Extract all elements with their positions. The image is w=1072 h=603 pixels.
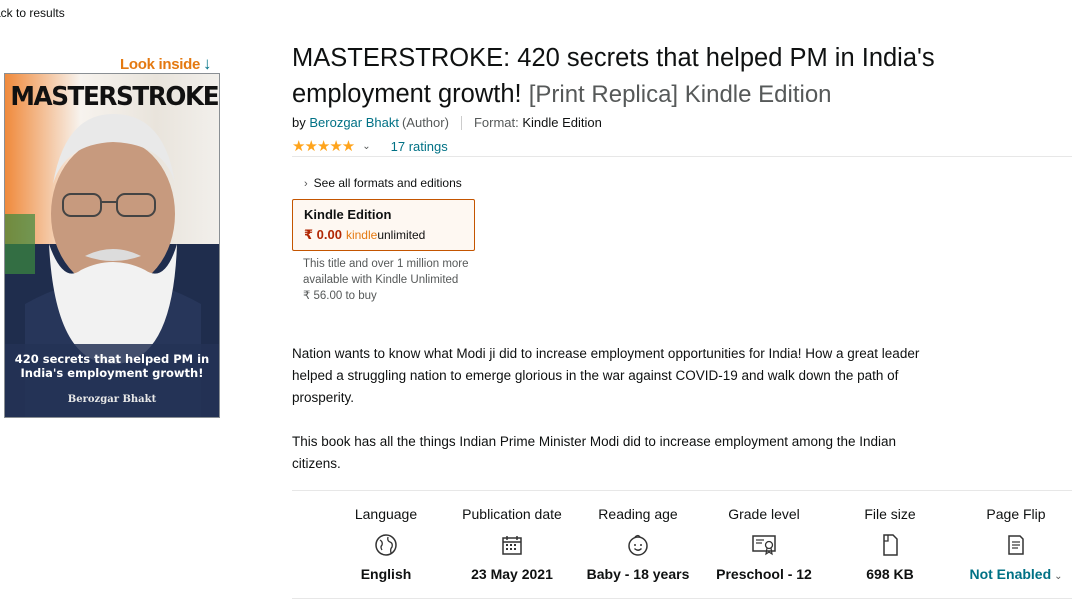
down-arrow-icon: ↓ xyxy=(203,54,212,73)
detail-page-flip[interactable]: Page Flip Not Enabled ⌄ xyxy=(953,506,1072,582)
divider xyxy=(292,490,1072,491)
see-all-formats-link[interactable]: › See all formats and editions xyxy=(304,176,462,190)
certificate-icon xyxy=(701,526,827,564)
ku-brand-kindle: kindle xyxy=(345,228,378,242)
by-prefix: by xyxy=(292,115,306,130)
product-title: MASTERSTROKE: 420 secrets that helped PM… xyxy=(292,40,1052,113)
ratings-count-link[interactable]: 17 ratings xyxy=(391,139,448,154)
author-role: (Author) xyxy=(401,115,449,130)
detail-reading-age: Reading age Baby - 18 years xyxy=(575,506,701,582)
rating-row: ★★★★★ ⌄ 17 ratings xyxy=(292,137,448,155)
divider xyxy=(292,156,1072,157)
description-paragraph-1: Nation wants to know what Modi ji did to… xyxy=(292,346,920,405)
format-value: Kindle Edition xyxy=(522,115,602,130)
detail-value: Baby - 18 years xyxy=(586,566,690,582)
detail-label: Publication date xyxy=(462,506,562,522)
back-to-results-link[interactable]: ack to results xyxy=(0,6,65,20)
product-edition: [Print Replica] Kindle Edition xyxy=(528,81,832,108)
detail-value: English xyxy=(360,566,412,582)
page-flip-dropdown[interactable]: Not Enabled ⌄ xyxy=(953,566,1072,582)
look-inside-button[interactable]: Look inside ↓ xyxy=(120,54,212,74)
kindle-edition-option[interactable]: Kindle Edition ₹ 0.00 kindleunlimited xyxy=(292,199,475,251)
kindle-unlimited-logo: kindleunlimited xyxy=(346,228,425,242)
page-flip-icon xyxy=(953,526,1072,564)
cover-author: Berozgar Bhakt xyxy=(67,394,157,405)
detail-file-size: File size 698 KB xyxy=(827,506,953,582)
chevron-right-icon: › xyxy=(304,178,308,190)
ku-buy-price: ₹ 56.00 to buy xyxy=(303,290,377,302)
byline: by Berozgar Bhakt (Author) Format: Kindl… xyxy=(292,115,602,130)
detail-grade-level: Grade level Preschool - 12 xyxy=(701,506,827,582)
kindle-option-label: Kindle Edition xyxy=(304,207,392,222)
cover-subtitle: 420 secrets that helped PM in India's em… xyxy=(14,352,210,380)
detail-value: 23 May 2021 xyxy=(471,566,553,582)
detail-label: Reading age xyxy=(598,506,678,522)
product-title-block: MASTERSTROKE: 420 secrets that helped PM… xyxy=(292,40,1052,113)
detail-publication-date: Publication date 23 May 2021 xyxy=(449,506,575,582)
detail-label: Grade level xyxy=(728,506,800,522)
format-label: Format: xyxy=(473,115,519,130)
ku-note-text: This title and over 1 million more avail… xyxy=(303,258,469,286)
description-paragraph-2: This book has all the things Indian Prim… xyxy=(292,434,897,471)
child-face-icon xyxy=(575,526,701,564)
author-link[interactable]: Berozgar Bhakt xyxy=(309,115,399,130)
kindle-unlimited-note: This title and over 1 million more avail… xyxy=(303,256,483,304)
see-all-formats-label: See all formats and editions xyxy=(313,176,462,190)
star-rating-icon[interactable]: ★★★★★ xyxy=(292,137,355,155)
calendar-icon xyxy=(449,526,575,564)
product-details-carousel: Language English Publication date 23 May… xyxy=(323,506,1072,582)
look-inside-label: Look inside xyxy=(120,55,201,73)
kindle-option-price-row: ₹ 0.00 kindleunlimited xyxy=(304,227,463,243)
detail-value: 698 KB xyxy=(866,566,914,582)
chevron-down-icon[interactable]: ⌄ xyxy=(362,141,370,152)
byline-divider xyxy=(460,115,462,130)
cover-title: MASTERSTROKE xyxy=(10,82,219,112)
book-description: Nation wants to know what Modi ji did to… xyxy=(292,343,932,497)
chevron-down-icon: ⌄ xyxy=(1054,571,1063,582)
kindle-option-price: ₹ 0.00 xyxy=(304,227,342,242)
book-cover-image[interactable]: MASTERSTROKE 420 secrets that helped PM … xyxy=(4,73,220,418)
file-icon xyxy=(827,526,953,564)
detail-value: Not Enabled xyxy=(969,566,1052,582)
detail-language: Language English xyxy=(323,506,449,582)
globe-icon xyxy=(323,526,449,564)
detail-label: Language xyxy=(354,506,418,522)
detail-value: Preschool - 12 xyxy=(716,566,812,582)
divider xyxy=(292,598,1072,599)
detail-label: File size xyxy=(864,506,916,522)
detail-label: Page Flip xyxy=(986,506,1046,522)
ku-brand-unlimited: unlimited xyxy=(377,228,426,242)
